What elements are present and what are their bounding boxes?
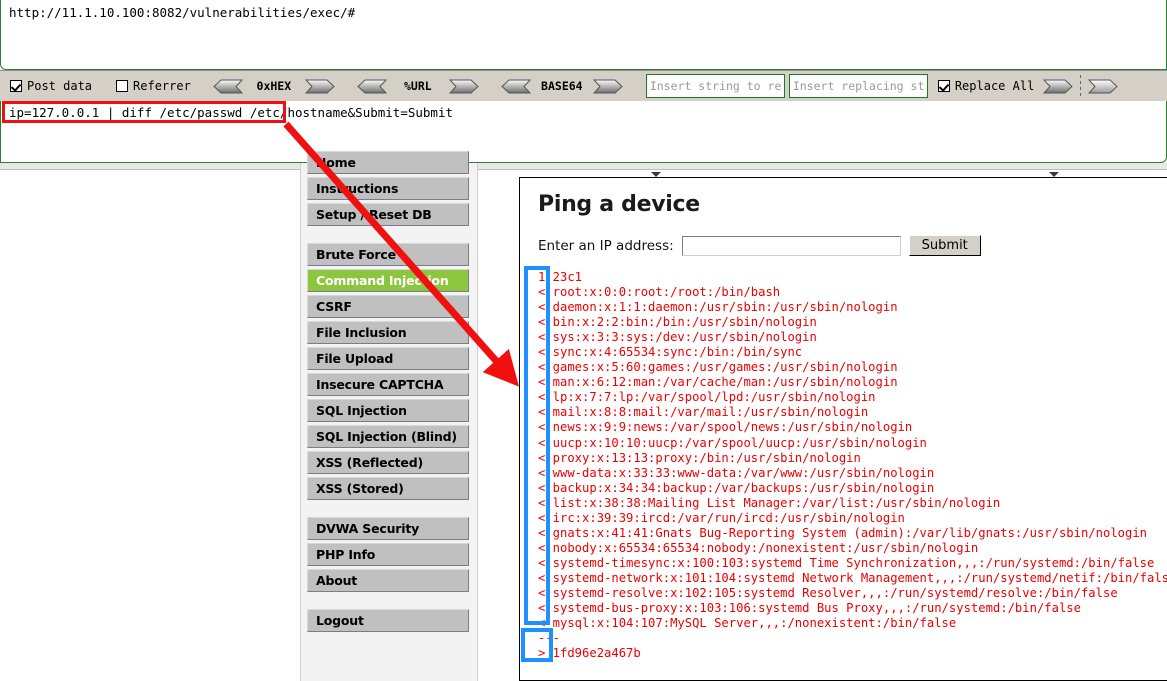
- arrow-right-icon[interactable]: [592, 79, 623, 94]
- sidebar-item-label: Logout: [316, 613, 364, 628]
- screen-root: http://11.1.10.100:8082/vulnerabilities/…: [0, 0, 1167, 681]
- sidebar-item-label: CSRF: [316, 299, 352, 314]
- browser-page: Home Instructions Setup / Reset DB Brute Fo…: [0, 151, 1167, 681]
- referrer-label: Referrer: [133, 79, 191, 93]
- sidebar-item-csrf[interactable]: CSRF: [307, 295, 469, 318]
- sidebar-item-dvwa-security[interactable]: DVWA Security: [307, 517, 469, 540]
- encoder-group-url: %URL: [357, 79, 479, 94]
- sidebar-item-php-info[interactable]: PHP Info: [307, 543, 469, 566]
- request-toolbar: Post data Referrer 0xHEX %URL BASE64 Ins…: [0, 70, 1167, 101]
- arrow-right-icon[interactable]: [448, 79, 479, 94]
- arrow-right-icon[interactable]: [1043, 79, 1074, 94]
- sidebar-item-logout[interactable]: Logout: [307, 609, 469, 632]
- sidebar-item-file-upload[interactable]: File Upload: [307, 347, 469, 370]
- arrow-left-icon[interactable]: [357, 79, 387, 94]
- sidebar-item-label: PHP Info: [316, 547, 376, 562]
- arrow-left-icon[interactable]: [501, 79, 531, 94]
- post-data-checkbox-group[interactable]: Post data: [0, 71, 92, 101]
- replace-from-input[interactable]: [645, 74, 785, 98]
- post-data-text[interactable]: ip=127.0.0.1 | diff /etc/passwd /etc/hos…: [1, 101, 1166, 120]
- sidebar-item-label: SQL Injection: [316, 403, 407, 418]
- ping-card: Ping a device Enter an IP address: Submi…: [519, 177, 1167, 681]
- referrer-checkbox-group[interactable]: Referrer: [106, 71, 191, 101]
- sidebar-item-label: File Upload: [316, 351, 394, 366]
- sidebar-item-home[interactable]: Home: [307, 151, 469, 174]
- replace-to-input[interactable]: [788, 74, 928, 98]
- referrer-checkbox[interactable]: [116, 80, 129, 92]
- sidebar-item-insecure-captcha[interactable]: Insecure CAPTCHA: [307, 373, 469, 396]
- encoder-group-hex: 0xHEX: [213, 79, 335, 94]
- sidebar-item-setup-reset-db[interactable]: Setup / Reset DB: [307, 203, 469, 226]
- sidebar-item-label: Brute Force: [316, 247, 396, 262]
- toolbar-separator: [1080, 75, 1082, 97]
- sidebar-item-label: DVWA Security: [316, 521, 420, 536]
- sidebar-item-file-inclusion[interactable]: File Inclusion: [307, 321, 469, 344]
- arrow-right-icon[interactable]: [304, 79, 335, 94]
- request-url-panel[interactable]: http://11.1.10.100:8082/vulnerabilities/…: [0, 0, 1167, 70]
- sidebar-item-label: Setup / Reset DB: [316, 207, 432, 222]
- request-url-text[interactable]: http://11.1.10.100:8082/vulnerabilities/…: [1, 0, 1166, 20]
- dvwa-sidebar: Home Instructions Setup / Reset DB Brute Fo…: [300, 151, 478, 681]
- page-left-gutter: [0, 170, 292, 681]
- page-top-strip: [0, 163, 1167, 170]
- sidebar-item-xss-reflected[interactable]: XSS (Reflected): [307, 451, 469, 474]
- sidebar-item-label: XSS (Stored): [316, 481, 404, 496]
- ip-address-label: Enter an IP address:: [538, 237, 674, 254]
- ip-address-input[interactable]: [681, 235, 901, 256]
- page-title: Ping a device: [538, 192, 700, 217]
- sidebar-item-label: Home: [316, 155, 356, 170]
- sidebar-item-label: Insecure CAPTCHA: [316, 377, 444, 392]
- post-data-panel[interactable]: ip=127.0.0.1 | diff /etc/passwd /etc/hos…: [0, 101, 1167, 163]
- post-data-checkbox[interactable]: [10, 80, 22, 92]
- sidebar-item-label: XSS (Reflected): [316, 455, 423, 470]
- sidebar-item-label: Command Injection: [316, 273, 449, 288]
- submit-button[interactable]: Submit: [908, 235, 981, 256]
- replace-all-label: Replace All: [954, 79, 1035, 93]
- sidebar-item-about[interactable]: About: [307, 569, 469, 592]
- sidebar-item-brute-force[interactable]: Brute Force: [307, 243, 469, 266]
- sidebar-item-label: Instructions: [316, 181, 399, 196]
- replace-all-checkbox[interactable]: [937, 80, 950, 92]
- sidebar-item-label: About: [316, 573, 358, 588]
- encoder-name-hex: 0xHEX: [256, 79, 292, 93]
- encoder-name-base64: BASE64: [541, 79, 583, 93]
- sidebar-item-label: File Inclusion: [316, 325, 407, 340]
- ip-form-row: Enter an IP address: Submit: [538, 235, 1167, 256]
- arrow-right-light-icon[interactable]: [1088, 79, 1119, 94]
- encoder-group-base64: BASE64: [501, 79, 623, 94]
- sidebar-item-sql-injection-blind[interactable]: SQL Injection (Blind): [307, 425, 469, 448]
- sidebar-item-sql-injection[interactable]: SQL Injection: [307, 399, 469, 422]
- sidebar-item-label: SQL Injection (Blind): [316, 429, 457, 444]
- replace-all-checkbox-group[interactable]: Replace All: [928, 71, 1034, 101]
- command-output: 1,23c1 < root:x:0:0:root:/root:/bin/bash…: [538, 270, 1167, 661]
- sidebar-item-instructions[interactable]: Instructions: [307, 177, 469, 200]
- sidebar-item-xss-stored[interactable]: XSS (Stored): [307, 477, 469, 500]
- encoder-name-url: %URL: [403, 79, 432, 93]
- arrow-left-icon[interactable]: [213, 79, 243, 94]
- sidebar-item-command-injection[interactable]: Command Injection: [307, 269, 469, 292]
- post-data-label: Post data: [27, 79, 93, 93]
